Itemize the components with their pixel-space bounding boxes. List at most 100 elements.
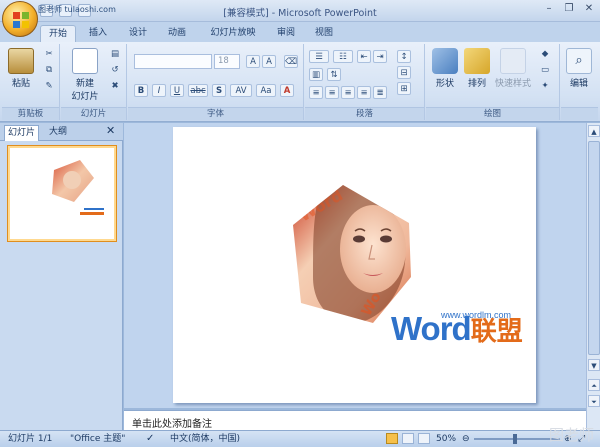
shapes-icon	[432, 48, 458, 74]
shadow-button[interactable]: S	[212, 84, 226, 97]
tab-design[interactable]: 设计	[121, 25, 155, 42]
editing-group: ⌕ 编辑	[561, 44, 598, 120]
numbering-icon[interactable]: ☷	[333, 50, 353, 63]
align-right-icon[interactable]: ≡	[341, 86, 355, 99]
smartart-icon[interactable]: ⊞	[397, 82, 411, 95]
zoom-out-icon[interactable]: ⊖	[462, 431, 470, 447]
notes-pane[interactable]: 单击此处添加备注	[124, 410, 586, 430]
font-group-label: 字体	[206, 109, 224, 119]
language-status: 中文(简体，中国)	[170, 434, 241, 444]
ribbon: 粘贴 ✂ ⧉ ✎ 剪贴板 新建 幻灯片 ▤ ↺ ✖ 幻灯片 18 A A ⌫ B…	[0, 42, 600, 122]
strike-button[interactable]: abc	[188, 84, 208, 97]
minimize-icon[interactable]: –	[542, 2, 556, 16]
close-panel-icon[interactable]: ✕	[106, 124, 115, 137]
char-spacing-button[interactable]: AV	[230, 84, 252, 97]
maximize-icon[interactable]: ❐	[562, 2, 576, 16]
font-color-icon[interactable]: A	[280, 84, 294, 97]
paste-button[interactable]: 粘贴	[8, 48, 34, 89]
slideshow-view-icon[interactable]	[418, 433, 430, 444]
bold-button[interactable]: B	[134, 84, 148, 97]
slide-photo[interactable]: Word Wo	[173, 127, 536, 403]
arrange-label: 排列	[467, 79, 486, 89]
zoom-slider-thumb[interactable]	[513, 434, 517, 444]
shrink-font-icon[interactable]: A	[262, 55, 276, 68]
zoom-level[interactable]: 50%	[436, 431, 456, 447]
shape-fill-icon[interactable]: ◆	[538, 48, 552, 61]
watermark: 图老师	[548, 426, 594, 444]
tab-home[interactable]: 开始	[40, 25, 76, 42]
scroll-thumb[interactable]	[588, 141, 600, 355]
align-center-icon[interactable]: ≡	[325, 86, 339, 99]
spelling-icon[interactable]: ✓	[146, 431, 154, 447]
line-spacing-icon[interactable]: ↕	[397, 50, 411, 63]
slides-group-label: 幻灯片	[80, 109, 107, 119]
zoom-slider[interactable]	[474, 438, 560, 440]
clear-format-icon[interactable]: ⌫	[284, 55, 298, 68]
sorter-view-icon[interactable]	[402, 433, 414, 444]
delete-slide-icon[interactable]: ✖	[108, 80, 122, 93]
close-icon[interactable]: ✕	[582, 2, 596, 16]
new-slide-icon	[72, 48, 98, 74]
slide-count-status: 幻灯片 1/1	[8, 434, 53, 444]
edit-label: 编辑	[569, 79, 588, 89]
scroll-up-icon[interactable]: ▲	[588, 125, 600, 137]
word-logo[interactable]: Word联盟	[391, 310, 523, 348]
tab-insert[interactable]: 插入	[82, 25, 114, 42]
paste-label: 粘贴	[11, 79, 30, 89]
slides-group: 新建 幻灯片 ▤ ↺ ✖ 幻灯片	[61, 44, 127, 120]
copy-icon[interactable]: ⧉	[42, 64, 56, 77]
shapes-button[interactable]: 形状	[430, 48, 460, 89]
italic-button[interactable]: I	[152, 84, 166, 97]
slide-thumbnail[interactable]	[7, 145, 117, 242]
slide-stage: Word Wo www.wordlm.com Word联盟	[124, 123, 586, 408]
tab-slideshow[interactable]: 幻灯片放映	[203, 25, 263, 42]
columns-icon[interactable]: ▥	[309, 68, 323, 81]
slide-canvas[interactable]: Word Wo www.wordlm.com Word联盟	[173, 127, 536, 403]
status-bar: 幻灯片 1/1 "Office 主题" ✓ 中文(简体，中国) 50% ⊖ ⊕ …	[0, 430, 600, 447]
reset-icon[interactable]: ↺	[108, 64, 122, 77]
tab-outline[interactable]: 大纲	[46, 125, 70, 141]
quick-styles-icon	[500, 48, 526, 74]
office-button[interactable]	[2, 1, 38, 37]
decrease-indent-icon[interactable]: ⇤	[357, 50, 371, 63]
title-bar: 图老师 tulaoshi.com [兼容模式] - Microsoft Powe…	[0, 0, 600, 22]
vertical-scrollbar[interactable]: ▲ ▼ ⏶ ⏷	[586, 123, 600, 430]
underline-button[interactable]: U	[170, 84, 184, 97]
layout-icon[interactable]: ▤	[108, 48, 122, 61]
scroll-down-icon[interactable]: ▼	[588, 359, 600, 371]
quick-styles-label: 快速样式	[494, 79, 531, 89]
edit-button[interactable]: ⌕ 编辑	[565, 48, 593, 89]
font-name-field[interactable]	[134, 54, 212, 69]
justify-icon[interactable]: ≡	[357, 86, 371, 99]
text-direction-icon[interactable]: ⇅	[327, 68, 341, 81]
bullets-icon[interactable]: ☰	[309, 50, 329, 63]
tab-view[interactable]: 视图	[308, 25, 340, 42]
change-case-button[interactable]: Aa	[256, 84, 276, 97]
cut-icon[interactable]: ✂	[42, 48, 56, 61]
increase-indent-icon[interactable]: ⇥	[373, 50, 387, 63]
new-slide-label-2: 幻灯片	[71, 92, 99, 102]
tab-slides[interactable]: 幻灯片	[4, 125, 40, 141]
notes-placeholder: 单击此处添加备注	[132, 419, 212, 430]
font-group: 18 A A ⌫ B I U abc S AV Aa A 字体	[128, 44, 304, 120]
window-buttons: – ❐ ✕	[542, 2, 596, 16]
tab-review[interactable]: 审阅	[270, 25, 302, 42]
clipboard-group-label: 剪贴板	[17, 109, 44, 119]
format-painter-icon[interactable]: ✎	[42, 80, 56, 93]
next-slide-icon[interactable]: ⏷	[588, 395, 600, 407]
arrange-button[interactable]: 排列	[462, 48, 492, 89]
tab-animation[interactable]: 动画	[160, 25, 194, 42]
prev-slide-icon[interactable]: ⏶	[588, 379, 600, 391]
quick-styles-button[interactable]: 快速样式	[492, 48, 534, 89]
shape-effects-icon[interactable]: ✦	[538, 80, 552, 93]
normal-view-icon[interactable]	[386, 433, 398, 444]
distribute-icon[interactable]: ≣	[373, 86, 387, 99]
new-slide-button[interactable]: 新建 幻灯片	[65, 48, 105, 102]
align-text-icon[interactable]: ⊟	[397, 66, 411, 79]
paragraph-group: ☰ ☷ ⇤ ⇥ ↕ ▥ ⇅ ⊟ ⊞ ≡ ≡ ≡ ≡ ≣ 段落	[305, 44, 425, 120]
new-slide-label: 新建	[75, 79, 94, 89]
shape-outline-icon[interactable]: ▭	[538, 64, 552, 77]
font-size-field[interactable]: 18	[214, 54, 240, 69]
align-left-icon[interactable]: ≡	[309, 86, 323, 99]
grow-font-icon[interactable]: A	[246, 55, 260, 68]
